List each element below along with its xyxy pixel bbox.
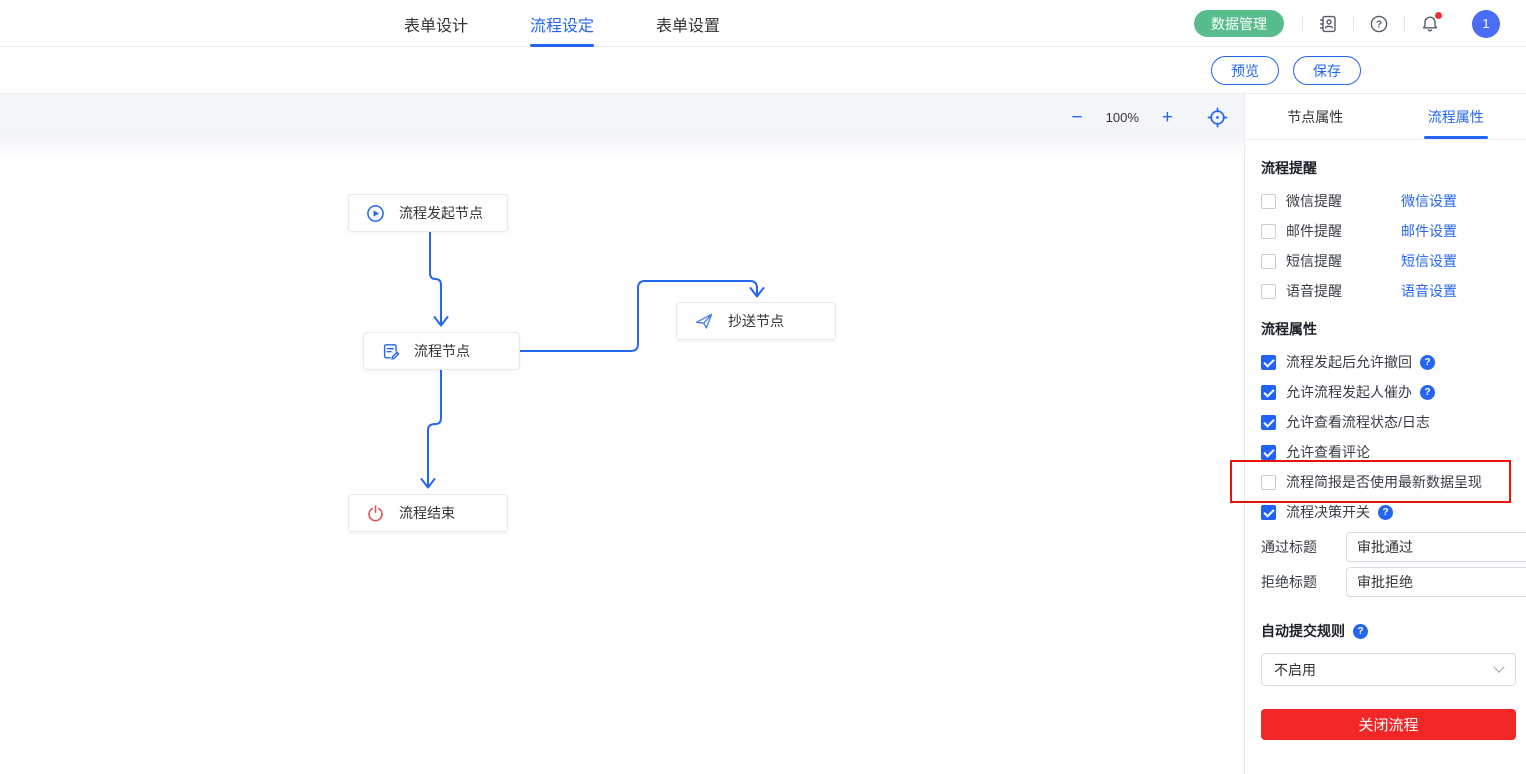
reject-title-input[interactable] xyxy=(1346,567,1526,597)
node-label: 流程节点 xyxy=(414,341,470,361)
decision-switch-checkbox[interactable] xyxy=(1261,505,1276,520)
zoom-out-button[interactable]: − xyxy=(1068,108,1087,127)
divider xyxy=(1404,16,1405,31)
prop-label: 允许查看评论 xyxy=(1286,442,1370,462)
tab-node-properties[interactable]: 节点属性 xyxy=(1245,94,1386,139)
document-edit-icon xyxy=(381,342,400,361)
node-label: 流程结束 xyxy=(399,503,455,523)
briefing-latest-data-checkbox[interactable] xyxy=(1261,475,1276,490)
header-tabs: 表单设计 流程设定 表单设置 xyxy=(404,0,720,47)
tab-form-design[interactable]: 表单设计 xyxy=(404,0,468,47)
header: 表单设计 流程设定 表单设置 数据管理 ? xyxy=(0,0,1526,47)
wechat-settings-link[interactable]: 微信设置 xyxy=(1401,191,1457,211)
node-label: 抄送节点 xyxy=(728,311,784,331)
app-window: 表单设计 流程设定 表单设置 数据管理 ? xyxy=(0,0,1526,774)
node-flow-start[interactable]: 流程发起节点 xyxy=(348,194,508,232)
reminder-label: 邮件提醒 xyxy=(1286,221,1401,241)
main-area: « − 100% + xyxy=(0,94,1526,774)
tab-flow-setting[interactable]: 流程设定 xyxy=(530,0,594,47)
tab-flow-properties[interactable]: 流程属性 xyxy=(1386,94,1526,139)
divider xyxy=(1353,16,1354,31)
prop-label: 流程发起后允许撤回 xyxy=(1286,352,1412,372)
notification-bell-icon[interactable] xyxy=(1420,14,1440,34)
help-icon[interactable]: ? xyxy=(1420,385,1435,400)
prop-row-allow-urge: 允许流程发起人催办 ? xyxy=(1261,377,1516,407)
reminder-row-sms: 短信提醒 短信设置 xyxy=(1261,246,1516,276)
prop-row-allow-withdraw: 流程发起后允许撤回 ? xyxy=(1261,347,1516,377)
prop-row-view-status-log: 允许查看流程状态/日志 xyxy=(1261,407,1516,437)
svg-text:?: ? xyxy=(1376,19,1382,30)
properties-panel: 节点属性 流程属性 流程提醒 微信提醒 微信设置 邮件提醒 邮件设置 xyxy=(1244,94,1526,774)
help-icon[interactable]: ? xyxy=(1420,355,1435,370)
reminder-label: 微信提醒 xyxy=(1286,191,1401,211)
flow-connectors xyxy=(0,140,1244,774)
prop-label: 允许查看流程状态/日志 xyxy=(1286,412,1430,432)
view-comments-checkbox[interactable] xyxy=(1261,445,1276,460)
save-button[interactable]: 保存 xyxy=(1293,56,1361,85)
canvas-body: 流程发起节点 流程节点 xyxy=(0,140,1244,774)
reject-title-label: 拒绝标题 xyxy=(1261,572,1346,592)
divider xyxy=(1302,16,1303,31)
locate-icon[interactable] xyxy=(1207,107,1228,128)
preview-button[interactable]: 预览 xyxy=(1211,56,1279,85)
allow-withdraw-checkbox[interactable] xyxy=(1261,355,1276,370)
reminder-label: 短信提醒 xyxy=(1286,251,1401,271)
paper-plane-icon xyxy=(694,311,714,331)
prop-row-decision-switch: 流程决策开关 ? xyxy=(1261,497,1516,527)
zoom-controls: − 100% + xyxy=(1068,94,1228,140)
sms-settings-link[interactable]: 短信设置 xyxy=(1401,251,1457,271)
zoom-level: 100% xyxy=(1106,110,1139,125)
action-bar: 预览 保存 xyxy=(0,47,1526,94)
auto-submit-select[interactable]: 不启用 xyxy=(1261,653,1516,686)
auto-submit-selected-value: 不启用 xyxy=(1274,660,1316,680)
zoom-in-button[interactable]: + xyxy=(1158,108,1177,127)
reminder-label: 语音提醒 xyxy=(1286,281,1401,301)
node-cc[interactable]: 抄送节点 xyxy=(676,302,836,340)
help-icon[interactable]: ? xyxy=(1369,14,1389,34)
prop-label: 流程简报是否使用最新数据呈现 xyxy=(1286,472,1482,492)
chevron-down-icon xyxy=(1493,661,1504,672)
email-settings-link[interactable]: 邮件设置 xyxy=(1401,221,1457,241)
reminder-row-email: 邮件提醒 邮件设置 xyxy=(1261,216,1516,246)
auto-submit-title-row: 自动提交规则 ? xyxy=(1261,621,1516,641)
panel-content: 流程提醒 微信提醒 微信设置 邮件提醒 邮件设置 短信提醒 短信设置 xyxy=(1245,140,1526,740)
auto-submit-title: 自动提交规则 xyxy=(1261,621,1345,641)
reminder-row-voice: 语音提醒 语音设置 xyxy=(1261,276,1516,306)
prop-label: 允许流程发起人催办 xyxy=(1286,382,1412,402)
reminder-row-wechat: 微信提醒 微信设置 xyxy=(1261,186,1516,216)
play-circle-icon xyxy=(366,204,385,223)
email-reminder-checkbox[interactable] xyxy=(1261,224,1276,239)
tab-form-settings[interactable]: 表单设置 xyxy=(656,0,720,47)
header-actions: 数据管理 ? xyxy=(1194,0,1500,47)
canvas-toolbar: « − 100% + xyxy=(0,94,1244,140)
reject-title-field-row: 拒绝标题 xyxy=(1261,567,1516,597)
allow-urge-checkbox[interactable] xyxy=(1261,385,1276,400)
pass-title-input[interactable] xyxy=(1346,532,1526,562)
flow-canvas: « − 100% + xyxy=(0,94,1244,774)
pass-title-label: 通过标题 xyxy=(1261,537,1346,557)
node-label: 流程发起节点 xyxy=(399,203,483,223)
close-flow-button[interactable]: 关闭流程 xyxy=(1261,709,1516,740)
node-flow-end[interactable]: 流程结束 xyxy=(348,494,508,532)
voice-settings-link[interactable]: 语音设置 xyxy=(1401,281,1457,301)
node-flow-process[interactable]: 流程节点 xyxy=(363,332,520,370)
panel-tabs: 节点属性 流程属性 xyxy=(1245,94,1526,140)
reminders-section-title: 流程提醒 xyxy=(1261,158,1516,178)
help-icon[interactable]: ? xyxy=(1353,624,1368,639)
contact-book-icon[interactable] xyxy=(1318,14,1338,34)
data-manage-button[interactable]: 数据管理 xyxy=(1194,10,1284,37)
notification-dot xyxy=(1435,12,1442,19)
properties-section-title: 流程属性 xyxy=(1261,319,1516,339)
prop-row-briefing-latest-data: 流程简报是否使用最新数据呈现 xyxy=(1261,467,1516,497)
sms-reminder-checkbox[interactable] xyxy=(1261,254,1276,269)
view-status-log-checkbox[interactable] xyxy=(1261,415,1276,430)
wechat-reminder-checkbox[interactable] xyxy=(1261,194,1276,209)
prop-row-view-comments: 允许查看评论 xyxy=(1261,437,1516,467)
pass-title-field-row: 通过标题 xyxy=(1261,532,1516,562)
power-icon xyxy=(366,504,385,523)
help-icon[interactable]: ? xyxy=(1378,505,1393,520)
voice-reminder-checkbox[interactable] xyxy=(1261,284,1276,299)
avatar[interactable]: 1 xyxy=(1472,10,1500,38)
prop-label: 流程决策开关 xyxy=(1286,502,1370,522)
